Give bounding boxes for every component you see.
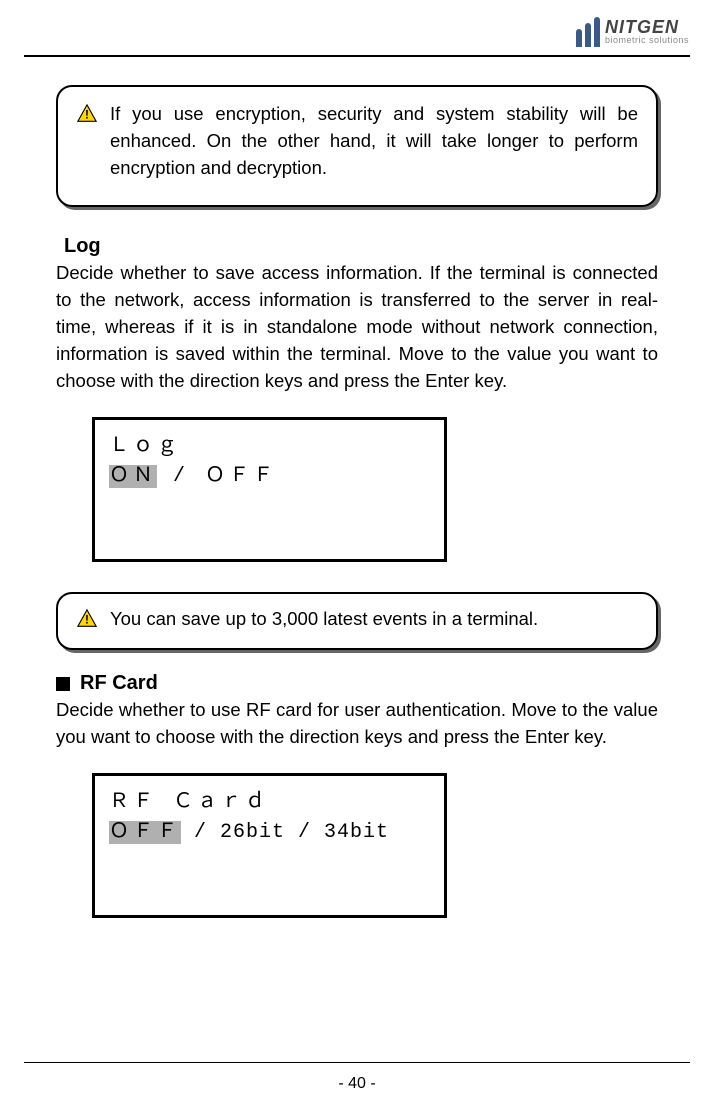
notice-events: ! You can save up to 3,000 latest events… — [56, 592, 658, 651]
notice-encryption-text: If you use encryption, security and syst… — [106, 101, 638, 181]
terminal-options: ＯＮ / ＯＦＦ — [109, 458, 430, 488]
bullet-icon — [56, 677, 70, 691]
footer-divider — [24, 1062, 690, 1063]
notice-encryption: ! If you use encryption, security and sy… — [56, 85, 658, 207]
page-number: - 40 - — [0, 1075, 714, 1093]
rfcard-body: Decide whether to use RF card for user a… — [56, 697, 658, 751]
warning-icon: ! — [76, 103, 98, 125]
logo: NITGEN biometric solutions — [576, 15, 689, 47]
warning-icon: ! — [76, 608, 98, 630]
terminal-title: Ｌｏｇ — [109, 428, 430, 458]
rfcard-heading: RF Card — [80, 672, 158, 695]
log-heading: Log — [64, 235, 658, 258]
rfcard-terminal-display: ＲＦ Ｃａｒｄ ＯＦＦ / 26bit / 34bit — [92, 773, 447, 918]
svg-text:!: ! — [85, 612, 89, 626]
log-option-on: ＯＮ — [109, 465, 157, 488]
logo-name: NITGEN — [605, 18, 689, 36]
log-terminal-display: Ｌｏｇ ＯＮ / ＯＦＦ — [92, 417, 447, 562]
log-body: Decide whether to save access informatio… — [56, 260, 658, 394]
rfcard-option-34bit: 34bit — [324, 821, 389, 844]
rfcard-option-26bit: 26bit — [220, 821, 285, 844]
logo-bars-icon — [576, 15, 600, 47]
rfcard-heading-row: RF Card — [56, 672, 658, 695]
notice-events-text: You can save up to 3,000 latest events i… — [106, 606, 538, 633]
rfcard-option-off: ＯＦＦ — [109, 821, 181, 844]
page-content: ! If you use encryption, security and sy… — [0, 57, 714, 918]
logo-tagline: biometric solutions — [605, 36, 689, 45]
svg-text:!: ! — [85, 108, 89, 122]
log-option-off: ＯＦＦ — [205, 465, 277, 488]
terminal-title: ＲＦ Ｃａｒｄ — [109, 784, 430, 814]
page-header: NITGEN biometric solutions — [0, 0, 714, 47]
terminal-options: ＯＦＦ / 26bit / 34bit — [109, 814, 430, 844]
